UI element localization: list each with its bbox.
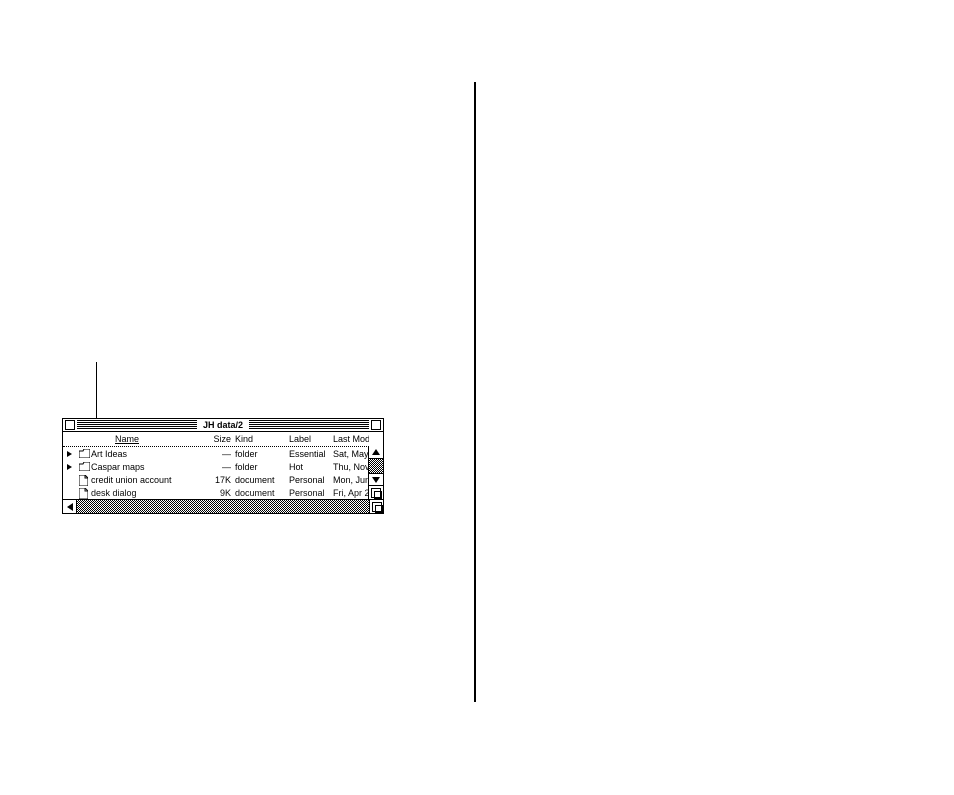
scroll-track[interactable] (369, 459, 383, 473)
file-label: Hot (289, 462, 303, 472)
header-name[interactable]: Name (115, 434, 139, 444)
window-content: Name Size Kind Label Last Modified Art I… (63, 432, 383, 499)
scroll-left-button[interactable] (63, 500, 77, 513)
header-label[interactable]: Label (289, 434, 311, 444)
document-icon (79, 475, 90, 484)
file-size: 17K (215, 475, 231, 485)
vertical-scrollbar[interactable] (368, 446, 383, 499)
file-kind: folder (235, 462, 258, 472)
finder-window: JH data/2 Name Size Kind Label Last Modi… (62, 418, 384, 514)
file-size: 9K (220, 488, 231, 498)
list-item[interactable]: credit union account 17K document Personal M… (63, 473, 369, 486)
disclosure-triangle-icon[interactable] (67, 451, 72, 457)
file-name: Caspar maps (91, 462, 145, 472)
window-title: JH data/2 (197, 419, 249, 431)
file-modified: Mon, Jun 19, (333, 475, 369, 485)
folder-icon (79, 462, 90, 471)
list-item[interactable]: desk dialog 9K document Personal Fri, Apr 27… (63, 486, 369, 499)
zoom-box[interactable] (371, 420, 381, 430)
header-size[interactable]: Size (213, 434, 231, 444)
file-kind: document (235, 488, 275, 498)
file-kind: document (235, 475, 275, 485)
arrow-up-icon (372, 449, 380, 455)
folder-icon (79, 449, 90, 458)
scroll-up-button[interactable] (369, 446, 383, 459)
footer-grow-box[interactable] (369, 500, 383, 513)
file-label: Personal (289, 475, 325, 485)
file-name: desk dialog (91, 488, 137, 498)
arrow-down-icon (372, 477, 380, 483)
file-modified: Fri, Apr 27, (333, 488, 369, 498)
file-kind: folder (235, 449, 258, 459)
file-label: Personal (289, 488, 325, 498)
file-size: — (222, 449, 231, 459)
horizontal-scrollbar[interactable] (63, 499, 383, 513)
grow-box[interactable] (369, 485, 383, 499)
file-modified: Thu, Nov 2, 1 (333, 462, 369, 472)
page-column-divider (474, 82, 476, 702)
disclosure-triangle-icon[interactable] (67, 464, 72, 470)
list-item[interactable]: Art Ideas — folder Essential Sat, May 5, 1 (63, 447, 369, 460)
document-icon (79, 488, 90, 497)
header-modified[interactable]: Last Modified (333, 434, 369, 444)
column-headers: Name Size Kind Label Last Modified (63, 432, 383, 447)
file-modified: Sat, May 5, 1 (333, 449, 369, 459)
header-kind[interactable]: Kind (235, 434, 253, 444)
file-name: Art Ideas (91, 449, 127, 459)
file-label: Essential (289, 449, 326, 459)
file-size: — (222, 462, 231, 472)
close-box[interactable] (65, 420, 75, 430)
list-item[interactable]: Caspar maps — folder Hot Thu, Nov 2, 1 (63, 460, 369, 473)
file-name: credit union account (91, 475, 172, 485)
arrow-left-icon (67, 503, 73, 511)
titlebar[interactable]: JH data/2 (63, 419, 383, 432)
